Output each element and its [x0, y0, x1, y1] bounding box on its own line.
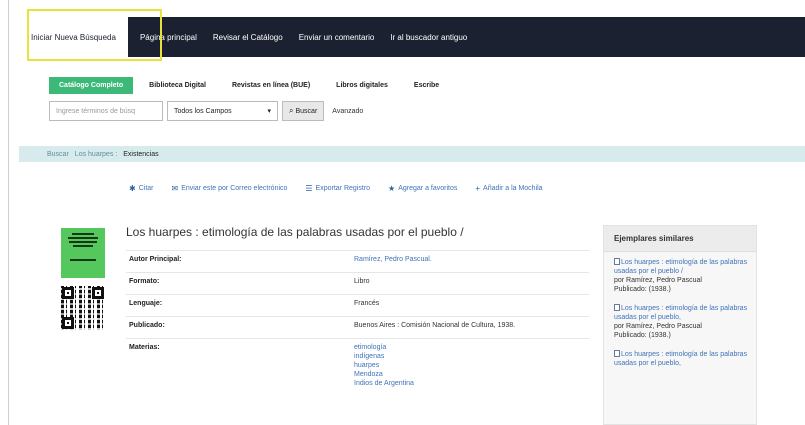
- nav-home[interactable]: Página principal: [132, 33, 205, 42]
- detail-value: Francés: [354, 300, 380, 307]
- export-button[interactable]: ☰ Exportar Registro: [305, 184, 370, 193]
- subject-link[interactable]: Indios de Argentina: [354, 380, 414, 387]
- cover-line: [69, 259, 97, 261]
- similar-item-link[interactable]: Los huarpes : etimología de las palabras…: [614, 305, 747, 321]
- detail-row: Lenguaje: Francés: [126, 294, 589, 316]
- tab-digital-library[interactable]: Biblioteca Digital: [139, 78, 216, 93]
- detail-row: Materias: etimología indígenas huarpes M…: [126, 338, 589, 394]
- tab-online-journals[interactable]: Revistas en línea (BUE): [222, 78, 320, 93]
- similar-item-published: Publicado: (1938.): [614, 286, 671, 293]
- detail-label: Formato:: [129, 278, 160, 285]
- tab-digital-books[interactable]: Libros digitales: [326, 78, 398, 93]
- field-select-value: Todos los Campos: [174, 107, 232, 115]
- qr-corner: [92, 287, 104, 299]
- cover-line: [68, 241, 98, 243]
- similar-heading: Ejemplares similares: [604, 226, 756, 252]
- search-tabs: Catálogo Completo Biblioteca Digital Rev…: [49, 77, 455, 94]
- nav-browse-catalog[interactable]: Revisar el Catálogo: [205, 33, 291, 42]
- qr-code: [61, 286, 105, 330]
- similar-item: Los huarpes : etimología de las palabras…: [604, 252, 756, 298]
- cite-button[interactable]: ✱ Citar: [129, 184, 153, 193]
- detail-row: Autor Principal: Ramírez, Pedro Pascual.: [126, 250, 589, 272]
- breadcrumb-record[interactable]: Los huarpes :: [75, 151, 117, 158]
- qr-corner: [62, 287, 74, 299]
- bag-label: Añadir a la Mochila: [483, 185, 543, 192]
- author-link[interactable]: Ramírez, Pedro Pascual.: [354, 256, 432, 267]
- record-toolbar: ✱ Citar ✉ Enviar este por Correo electró…: [129, 184, 561, 193]
- similar-item-author: por Ramírez, Pedro Pascual: [614, 323, 702, 330]
- qr-corner: [62, 317, 74, 329]
- subject-link[interactable]: etimología: [354, 344, 414, 351]
- book-cover: [61, 228, 105, 278]
- subjects-list: etimología indígenas huarpes Mendoza Ind…: [354, 344, 414, 389]
- book-icon: [614, 258, 620, 265]
- email-button[interactable]: ✉ Enviar este por Correo electrónico: [171, 184, 287, 193]
- nav-feedback[interactable]: Enviar un comentario: [291, 33, 383, 42]
- search-input[interactable]: Ingrese términos de búsq: [49, 101, 163, 121]
- breadcrumb-current: Existencias: [123, 150, 159, 158]
- chevron-down-icon: ▾: [267, 108, 271, 115]
- search-button-label: Buscar: [295, 107, 318, 115]
- subject-link[interactable]: huarpes: [354, 362, 414, 369]
- detail-row: Publicado: Buenos Aires : Comisión Nacio…: [126, 316, 589, 338]
- similar-item-published: Publicado: (1938.): [614, 332, 671, 339]
- export-label: Exportar Registro: [315, 185, 371, 192]
- subject-link[interactable]: indígenas: [354, 353, 414, 360]
- top-navigation: Iniciar Nueva Búsqueda Página principal …: [19, 17, 805, 57]
- tab-escribe[interactable]: Escribe: [404, 78, 449, 93]
- email-label: Enviar este por Correo electrónico: [181, 185, 288, 192]
- breadcrumb: Buscar Los huarpes : Existencias: [19, 146, 805, 162]
- detail-row: Formato: Libro: [126, 272, 589, 294]
- detail-label: Lenguaje:: [129, 300, 163, 307]
- favorites-label: Agregar a favoritos: [398, 185, 458, 192]
- record-title: Los huarpes : etimología de las palabras…: [126, 225, 464, 239]
- list-icon: ☰: [305, 184, 313, 193]
- cover-line: [71, 233, 95, 235]
- cover-line: [72, 245, 94, 247]
- field-select[interactable]: Todos los Campos ▾: [167, 101, 278, 121]
- similar-item: Los huarpes : etimología de las palabras…: [604, 344, 756, 372]
- record-details: Autor Principal: Ramírez, Pedro Pascual.…: [126, 250, 589, 394]
- cover-line: [67, 237, 99, 239]
- search-button[interactable]: ⌕ Buscar: [282, 101, 325, 121]
- detail-label: Autor Principal:: [129, 256, 182, 263]
- search-row: Ingrese términos de búsq Todos los Campo…: [49, 101, 363, 121]
- envelope-icon: ✉: [171, 184, 179, 193]
- nav-new-search[interactable]: Iniciar Nueva Búsqueda: [19, 17, 128, 57]
- detail-label: Publicado:: [129, 322, 165, 329]
- star-icon: ★: [388, 184, 396, 193]
- detail-value: Libro: [354, 278, 370, 285]
- similar-item-author: por Ramírez, Pedro Pascual: [614, 277, 702, 284]
- search-icon: ⌕: [289, 106, 294, 115]
- subject-link[interactable]: Mendoza: [354, 371, 414, 378]
- plus-icon: +: [475, 184, 481, 193]
- advanced-search-link[interactable]: Avanzado: [332, 108, 363, 115]
- breadcrumb-home[interactable]: Buscar: [47, 151, 69, 158]
- tab-full-catalog[interactable]: Catálogo Completo: [49, 77, 134, 94]
- bag-button[interactable]: + Añadir a la Mochila: [475, 184, 542, 193]
- detail-label: Materias:: [129, 344, 160, 351]
- favorites-button[interactable]: ★ Agregar a favoritos: [388, 184, 457, 193]
- cite-label: Citar: [138, 185, 154, 192]
- asterisk-icon: ✱: [129, 184, 136, 193]
- detail-value: Buenos Aires : Comisión Nacional de Cult…: [354, 322, 516, 329]
- book-icon: [614, 350, 620, 357]
- book-icon: [614, 304, 620, 311]
- similar-item: Los huarpes : etimología de las palabras…: [604, 298, 756, 344]
- similar-item-link[interactable]: Los huarpes : etimología de las palabras…: [614, 259, 747, 275]
- similar-items-panel: Ejemplares similares Los huarpes : etimo…: [603, 225, 757, 425]
- similar-item-link[interactable]: Los huarpes : etimología de las palabras…: [614, 351, 747, 367]
- nav-old-search[interactable]: Ir al buscador antiguo: [382, 33, 475, 42]
- page: Iniciar Nueva Búsqueda Página principal …: [8, 0, 805, 425]
